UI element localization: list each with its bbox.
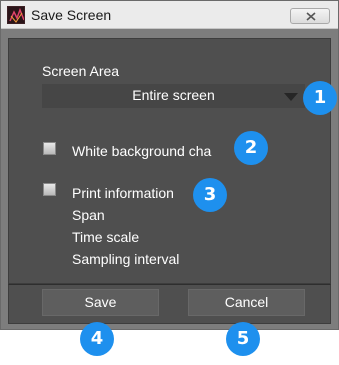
print-info-item: Span (72, 207, 105, 223)
save-screen-dialog: Save Screen (0, 0, 339, 330)
print-info-item: Time scale (72, 229, 140, 245)
close-icon (306, 12, 316, 21)
save-button[interactable]: Save (42, 289, 159, 316)
callout-badge-3: 3 (193, 178, 227, 212)
screen-area-selected-value: Entire screen (132, 87, 215, 103)
cancel-button[interactable]: Cancel (188, 289, 305, 316)
close-button[interactable] (290, 8, 330, 24)
callout-badge-4: 4 (80, 322, 114, 356)
print-info-item: Sampling interval (72, 251, 180, 267)
title-bar[interactable]: Save Screen (1, 1, 338, 29)
white-background-checkbox[interactable] (43, 142, 56, 155)
dropdown-arrow-icon[interactable] (284, 93, 298, 101)
callout-badge-2: 2 (234, 131, 268, 165)
print-information-label: Print information (72, 185, 174, 201)
screen-area-label: Screen Area (42, 63, 120, 79)
window-title: Save Screen (31, 7, 112, 23)
white-background-label: White background cha (72, 143, 212, 159)
callout-badge-5: 5 (226, 322, 260, 356)
callout-badge-1: 1 (303, 81, 337, 115)
print-information-checkbox[interactable] (43, 183, 56, 196)
app-logo-icon (7, 6, 25, 24)
screen-area-dropdown[interactable]: Entire screen (42, 84, 305, 108)
